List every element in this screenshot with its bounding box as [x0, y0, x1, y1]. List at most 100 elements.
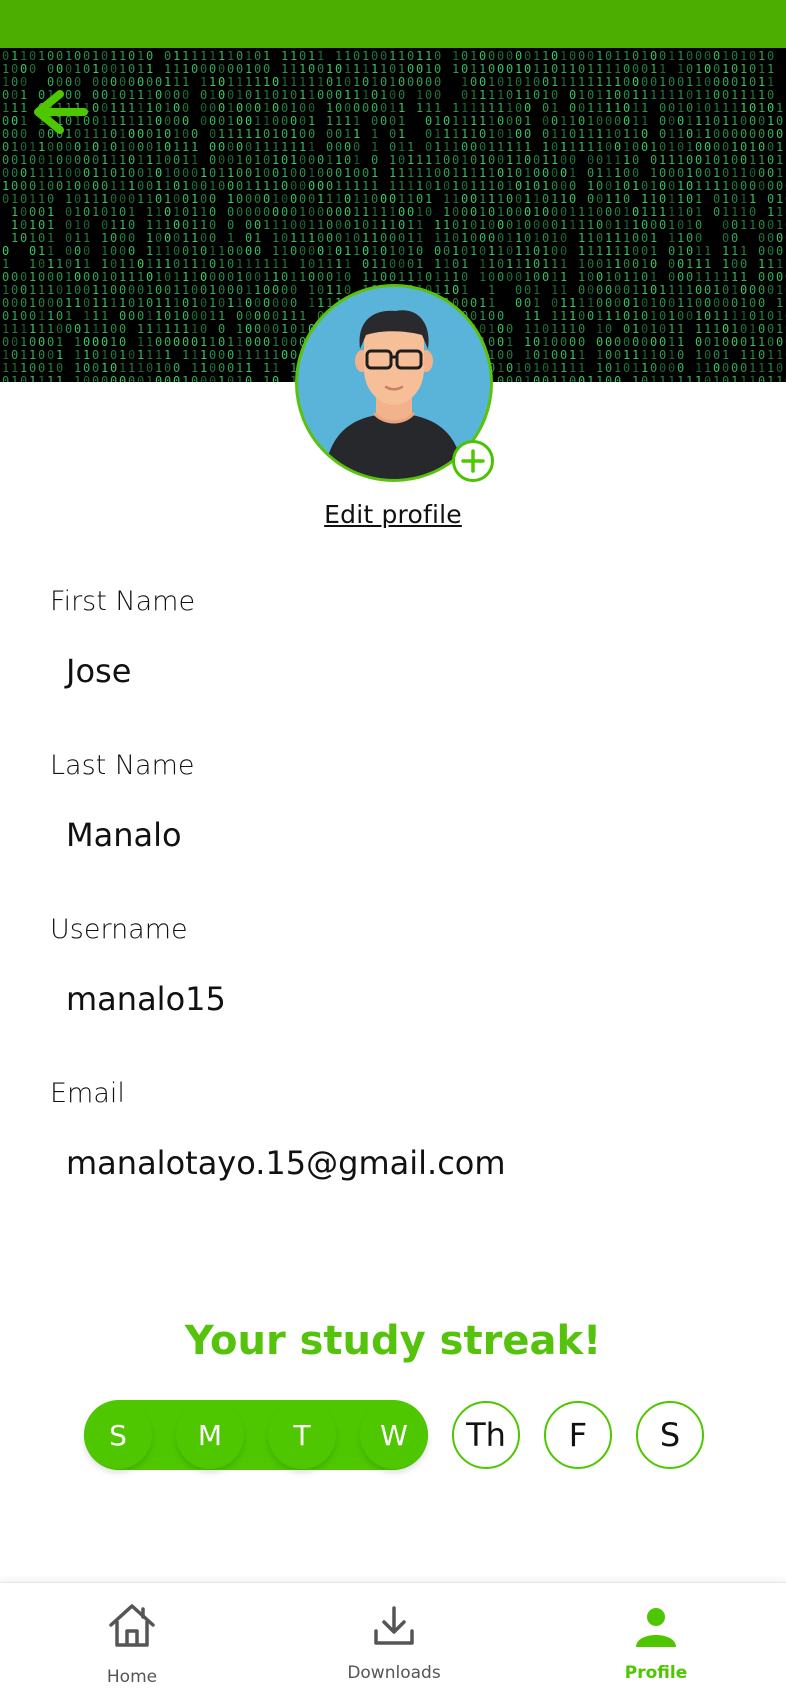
svg-text:0: 0: [362, 244, 369, 258]
svg-text:1: 1: [749, 153, 756, 167]
streak-day-friday[interactable]: F: [544, 1401, 612, 1469]
svg-text:1: 1: [128, 179, 135, 193]
svg-text:0: 0: [713, 62, 720, 76]
svg-text:0: 0: [326, 88, 333, 102]
svg-text:0: 0: [659, 218, 666, 232]
last-name-field[interactable]: Manalo: [66, 816, 746, 854]
svg-text:1: 1: [569, 361, 576, 375]
svg-text:1: 1: [236, 257, 243, 271]
svg-text:1: 1: [596, 62, 603, 76]
streak-day-tuesday[interactable]: T: [268, 1401, 336, 1469]
streak-day-sunday[interactable]: S: [84, 1401, 152, 1469]
edit-profile-link[interactable]: Edit profile: [0, 500, 786, 529]
svg-text:0: 0: [137, 75, 144, 89]
svg-text:0: 0: [578, 335, 585, 349]
svg-text:1: 1: [524, 75, 531, 89]
nav-item-downloads[interactable]: Downloads: [294, 1583, 494, 1702]
svg-text:0: 0: [605, 374, 612, 382]
add-photo-button[interactable]: [452, 440, 494, 482]
svg-text:1: 1: [749, 140, 756, 154]
svg-text:1: 1: [542, 244, 549, 258]
svg-text:1: 1: [20, 153, 27, 167]
svg-text:1: 1: [254, 231, 261, 245]
svg-text:0: 0: [308, 244, 315, 258]
svg-text:0: 0: [2, 153, 9, 167]
username-field[interactable]: manalo15: [66, 980, 746, 1018]
svg-text:1: 1: [587, 205, 594, 219]
svg-text:0: 0: [2, 127, 9, 141]
svg-text:0: 0: [110, 192, 117, 206]
svg-text:1: 1: [2, 361, 9, 375]
svg-text:0: 0: [173, 101, 180, 115]
first-name-field[interactable]: Jose: [66, 652, 746, 690]
svg-text:0: 0: [425, 270, 432, 284]
svg-text:0: 0: [254, 296, 261, 310]
svg-text:0: 0: [227, 218, 234, 232]
svg-text:0: 0: [506, 88, 513, 102]
svg-text:0: 0: [92, 374, 99, 382]
svg-text:0: 0: [686, 309, 693, 323]
svg-text:0: 0: [659, 179, 666, 193]
nav-item-home[interactable]: Home: [32, 1583, 232, 1702]
svg-text:0: 0: [308, 153, 315, 167]
svg-text:1: 1: [146, 101, 153, 115]
svg-text:1: 1: [200, 257, 207, 271]
svg-text:1: 1: [146, 283, 153, 297]
svg-text:0: 0: [29, 244, 36, 258]
svg-text:1: 1: [182, 62, 189, 76]
streak-day-wednesday[interactable]: W: [360, 1401, 428, 1469]
svg-text:1: 1: [443, 205, 450, 219]
svg-text:0: 0: [380, 114, 387, 128]
svg-text:0: 0: [119, 231, 126, 245]
svg-text:1: 1: [65, 270, 72, 284]
svg-text:0: 0: [551, 179, 558, 193]
svg-text:0: 0: [245, 88, 252, 102]
back-button[interactable]: [30, 88, 94, 136]
nav-item-profile[interactable]: Profile: [556, 1583, 756, 1702]
svg-text:1: 1: [767, 205, 774, 219]
svg-text:1: 1: [164, 296, 171, 310]
svg-text:1: 1: [605, 88, 612, 102]
streak-day-saturday[interactable]: S: [636, 1401, 704, 1469]
svg-text:0: 0: [236, 114, 243, 128]
svg-text:0: 0: [200, 296, 207, 310]
svg-text:1: 1: [515, 62, 522, 76]
svg-text:1: 1: [632, 270, 639, 284]
svg-text:0: 0: [533, 257, 540, 271]
svg-text:1: 1: [344, 127, 351, 141]
svg-text:1: 1: [146, 114, 153, 128]
svg-text:0: 0: [596, 296, 603, 310]
svg-text:1: 1: [254, 88, 261, 102]
svg-text:0: 0: [83, 270, 90, 284]
svg-text:1: 1: [11, 374, 18, 382]
svg-text:1: 1: [470, 244, 477, 258]
streak-title: Your study streak!: [184, 1318, 602, 1364]
svg-text:1: 1: [686, 218, 693, 232]
svg-text:1: 1: [164, 348, 171, 362]
svg-text:1: 1: [317, 192, 324, 206]
streak-day-thursday[interactable]: Th: [452, 1401, 520, 1469]
svg-text:1: 1: [362, 270, 369, 284]
svg-text:0: 0: [245, 322, 252, 336]
svg-text:0: 0: [245, 166, 252, 180]
email-field[interactable]: manalotayo.15@gmail.com: [66, 1144, 746, 1182]
svg-text:1: 1: [200, 166, 207, 180]
svg-text:0: 0: [623, 179, 630, 193]
svg-text:0: 0: [20, 296, 27, 310]
svg-text:1: 1: [65, 296, 72, 310]
svg-text:1: 1: [2, 348, 9, 362]
svg-text:1: 1: [749, 361, 756, 375]
svg-text:1: 1: [533, 361, 540, 375]
svg-text:1: 1: [308, 166, 315, 180]
svg-text:0: 0: [443, 244, 450, 258]
svg-text:0: 0: [749, 166, 756, 180]
svg-text:0: 0: [767, 283, 774, 297]
streak-day-monday[interactable]: M: [176, 1401, 244, 1469]
svg-text:1: 1: [263, 140, 270, 154]
svg-text:1: 1: [119, 361, 126, 375]
svg-text:0: 0: [326, 205, 333, 219]
svg-text:1: 1: [677, 62, 684, 76]
svg-text:0: 0: [326, 75, 333, 89]
svg-text:0: 0: [650, 283, 657, 297]
svg-text:0: 0: [587, 270, 594, 284]
